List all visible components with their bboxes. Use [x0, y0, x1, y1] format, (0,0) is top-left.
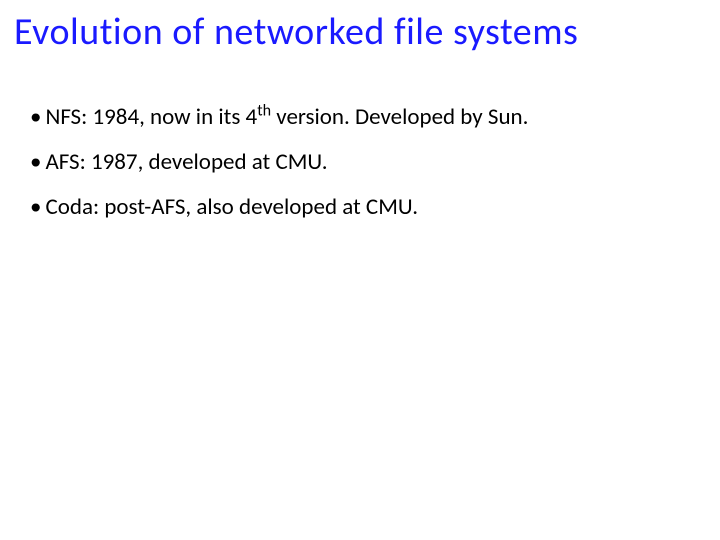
- text-fragment: version. Developed by Sun.: [271, 103, 528, 131]
- list-item: • NFS: 1984, now in its 4th version. Dev…: [30, 102, 706, 133]
- superscript: th: [257, 101, 271, 120]
- list-item: • AFS: 1987, developed at CMU.: [30, 147, 706, 178]
- bullet-icon: •: [30, 102, 41, 133]
- bullet-text: NFS: 1984, now in its 4th version. Devel…: [45, 102, 706, 133]
- bullet-icon: •: [30, 192, 41, 223]
- bullet-text: AFS: 1987, developed at CMU.: [45, 147, 706, 178]
- bullet-list: • NFS: 1984, now in its 4th version. Dev…: [14, 102, 706, 223]
- bullet-icon: •: [30, 147, 41, 178]
- slide-title: Evolution of networked file systems: [14, 12, 706, 54]
- bullet-text: Coda: post-AFS, also developed at CMU.: [45, 192, 706, 223]
- text-fragment: NFS: 1984, now in its 4: [45, 103, 257, 131]
- slide: Evolution of networked file systems • NF…: [0, 0, 720, 540]
- list-item: • Coda: post-AFS, also developed at CMU.: [30, 192, 706, 223]
